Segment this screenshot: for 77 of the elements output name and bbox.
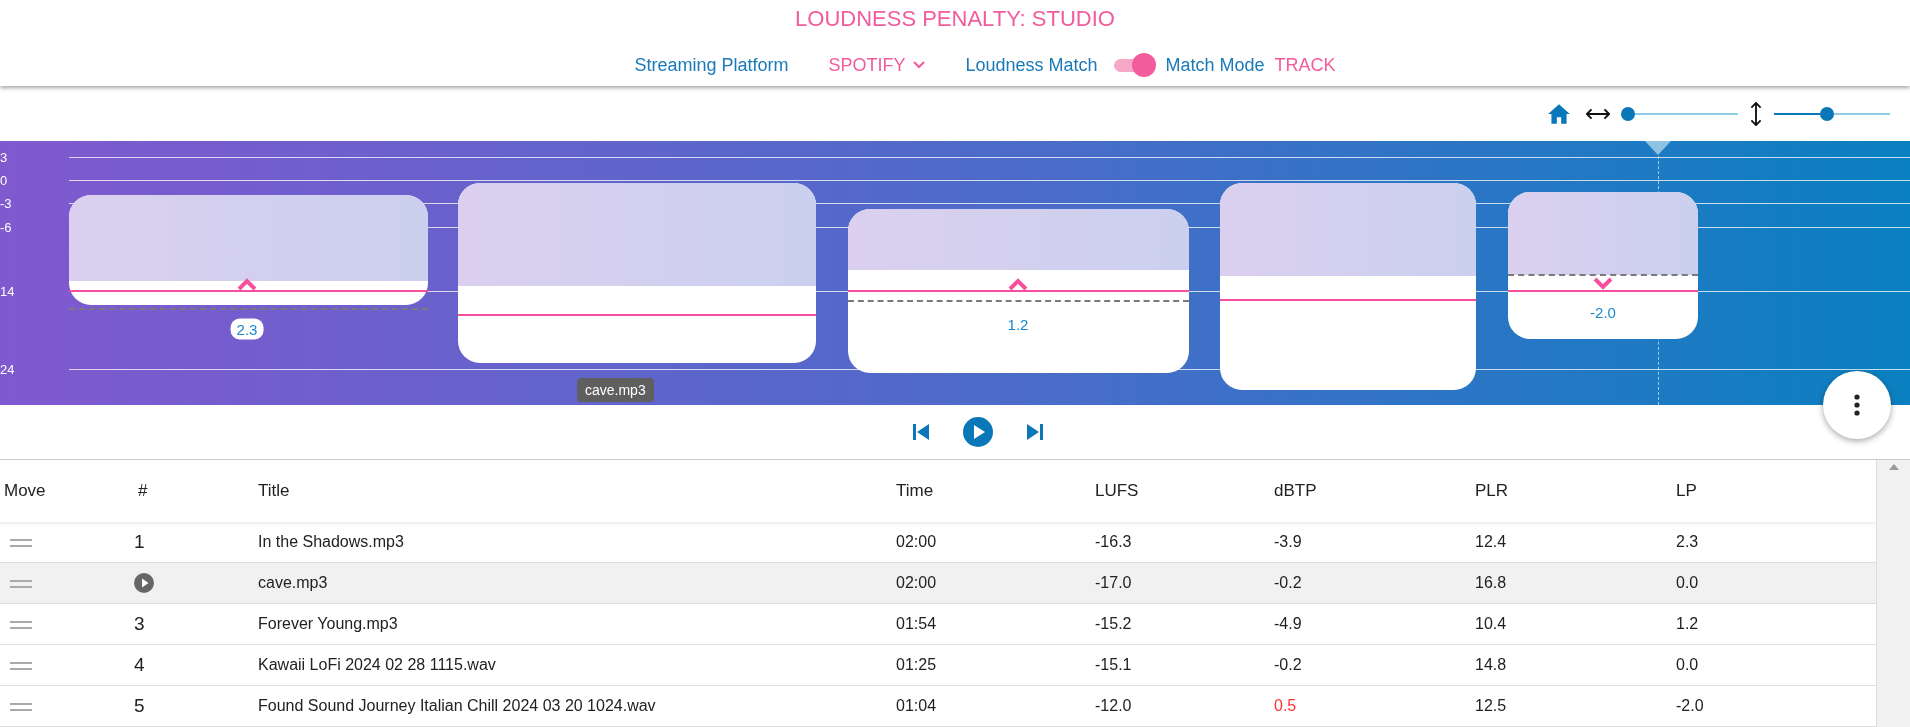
drag-handle-icon (10, 621, 32, 629)
track-number: 1 (134, 531, 146, 553)
axis-label: -6 (0, 219, 12, 235)
duration: 01:54 (895, 615, 938, 633)
next-button[interactable] (1024, 422, 1045, 442)
horizontal-arrows-icon (1586, 107, 1610, 120)
column-header[interactable]: Time (892, 481, 1091, 501)
match-mode-label: Match Mode (1165, 54, 1265, 76)
lp-value: 0.0 (1675, 656, 1700, 674)
more-vertical-icon (1854, 394, 1860, 416)
scrollbar[interactable] (1876, 460, 1910, 727)
lufs-value: -15.1 (1094, 656, 1133, 674)
dbtp-value: -0.2 (1273, 656, 1303, 674)
previous-button[interactable] (910, 422, 931, 442)
more-button[interactable] (1823, 371, 1891, 439)
axis-label: 3 (0, 149, 8, 165)
axis-label: -3 (0, 195, 12, 211)
column-header[interactable]: Title (254, 481, 892, 501)
plr-value: 16.8 (1474, 574, 1508, 592)
lp-value: 0.0 (1675, 574, 1700, 592)
play-button[interactable] (962, 417, 993, 447)
loudness-match-label: Loudness Match (965, 54, 1098, 76)
chevron-down-icon (913, 61, 926, 69)
dbtp-value: -4.9 (1273, 615, 1303, 633)
chevron-down-icon (1592, 275, 1614, 291)
column-header[interactable]: PLR (1471, 481, 1672, 501)
track-title: In the Shadows.mp3 (257, 533, 405, 551)
lufs-value: -16.3 (1094, 533, 1133, 551)
duration: 01:04 (895, 697, 938, 715)
column-header[interactable]: dBTP (1270, 481, 1471, 501)
scroll-up-icon (1888, 464, 1899, 470)
drag-handle-icon (10, 539, 32, 547)
plr-value: 10.4 (1474, 615, 1508, 633)
playhead-marker-icon (1645, 141, 1671, 155)
zoom-slider[interactable] (1622, 105, 1738, 122)
track-number: 4 (134, 654, 146, 676)
column-header[interactable]: LUFS (1091, 481, 1270, 501)
tooltip: cave.mp3 (577, 378, 654, 402)
duration: 02:00 (895, 574, 938, 592)
lp-value: 1.2 (1675, 615, 1700, 633)
track-title: Kawaii LoFi 2024 02 28 1115.wav (257, 656, 497, 674)
drag-handle-icon (10, 662, 32, 670)
track-number: 3 (134, 613, 146, 635)
platform-label: Streaming Platform (634, 54, 789, 76)
dbtp-value: 0.5 (1273, 697, 1298, 715)
plr-value: 12.4 (1474, 533, 1508, 551)
column-header[interactable]: # (134, 481, 254, 501)
vertical-arrows-icon (1750, 101, 1762, 126)
lp-value: -2.0 (1675, 697, 1705, 715)
column-header[interactable]: Move (0, 481, 134, 501)
plr-value: 12.5 (1474, 697, 1508, 715)
dbtp-value: -3.9 (1273, 533, 1303, 551)
axis-label: 24 (0, 361, 15, 377)
chevron-up-icon (1007, 277, 1029, 293)
penalty-label: 2.3 (230, 318, 264, 340)
lufs-value: -17.0 (1094, 574, 1133, 592)
track-title: Forever Young.mp3 (257, 615, 399, 633)
column-header[interactable]: LP (1672, 481, 1872, 501)
drag-handle-icon (10, 580, 32, 588)
dbtp-value: -0.2 (1273, 574, 1303, 592)
duration: 01:25 (895, 656, 938, 674)
track-title: Found Sound Journey Italian Chill 2024 03 20 1024.wav (257, 697, 657, 715)
loudness-block[interactable]: 1.2 (848, 209, 1189, 373)
chevron-up-icon (236, 277, 258, 293)
lufs-value: -15.2 (1094, 615, 1133, 633)
plr-value: 14.8 (1474, 656, 1508, 674)
duration: 02:00 (895, 533, 938, 551)
zoom-slider[interactable] (1774, 105, 1890, 122)
lufs-value: -12.0 (1094, 697, 1133, 715)
app-title: LOUDNESS PENALTY: STUDIO (795, 6, 1115, 33)
track-title: cave.mp3 (257, 574, 329, 592)
track-number: 5 (134, 695, 146, 717)
loudness-block[interactable]: -2.0 (1508, 192, 1698, 339)
drag-handle-icon (10, 703, 32, 711)
axis-label: 14 (0, 283, 15, 299)
lp-value: 2.3 (1675, 533, 1700, 551)
axis-label: 0 (0, 172, 8, 188)
